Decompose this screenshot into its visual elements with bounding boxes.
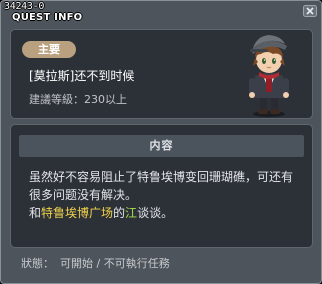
window-title: QUEST INFO [12, 12, 83, 23]
description-text: 的 [113, 206, 126, 220]
description-line-2: 很多问题没有解决。 [29, 188, 138, 202]
content-section-header: 内容 [19, 135, 304, 157]
quest-content-panel: 内容 虽然好不容易阻止了特鲁埃博变回珊瑚礁，可还有 很多问题没有解决。 和特鲁埃… [10, 124, 313, 248]
status-value-unavailable: 不可執行任務 [103, 257, 170, 270]
status-value-available: 可開始 [60, 257, 93, 270]
status-separator: / [96, 257, 101, 270]
quest-status: 狀態： 可開始 / 不可執行任務 [21, 257, 170, 271]
quest-id: 34243-0 [4, 1, 45, 12]
description-text: 谈谈。 [137, 206, 174, 220]
npc-link[interactable]: 江 [125, 206, 137, 220]
quest-summary-panel: 主要 [莫拉斯]还不到时候 建議等級：230以上 [10, 29, 313, 119]
description-text: 和 [29, 206, 42, 220]
description-line-3: 和特鲁埃博广场的江谈谈。 [29, 204, 304, 222]
description-line-1: 虽然好不容易阻止了特鲁埃博变回珊瑚礁，可还有 [29, 170, 294, 184]
npc-portrait [249, 35, 289, 117]
close-icon[interactable] [303, 5, 317, 17]
quest-level-requirement: 建議等級：230以上 [29, 93, 127, 106]
quest-info-window: 34243-0 QUEST INFO 主要 [莫拉斯]还不到时候 建議等級：23… [0, 0, 322, 284]
status-label: 狀態： [21, 257, 54, 270]
quest-description: 虽然好不容易阻止了特鲁埃博变回珊瑚礁，可还有 很多问题没有解决。 和特鲁埃博广场… [29, 168, 304, 222]
quest-type-badge: 主要 [22, 41, 76, 58]
quest-name: [莫拉斯]还不到时候 [29, 69, 135, 83]
location-link[interactable]: 特鲁埃博广场 [41, 206, 113, 220]
